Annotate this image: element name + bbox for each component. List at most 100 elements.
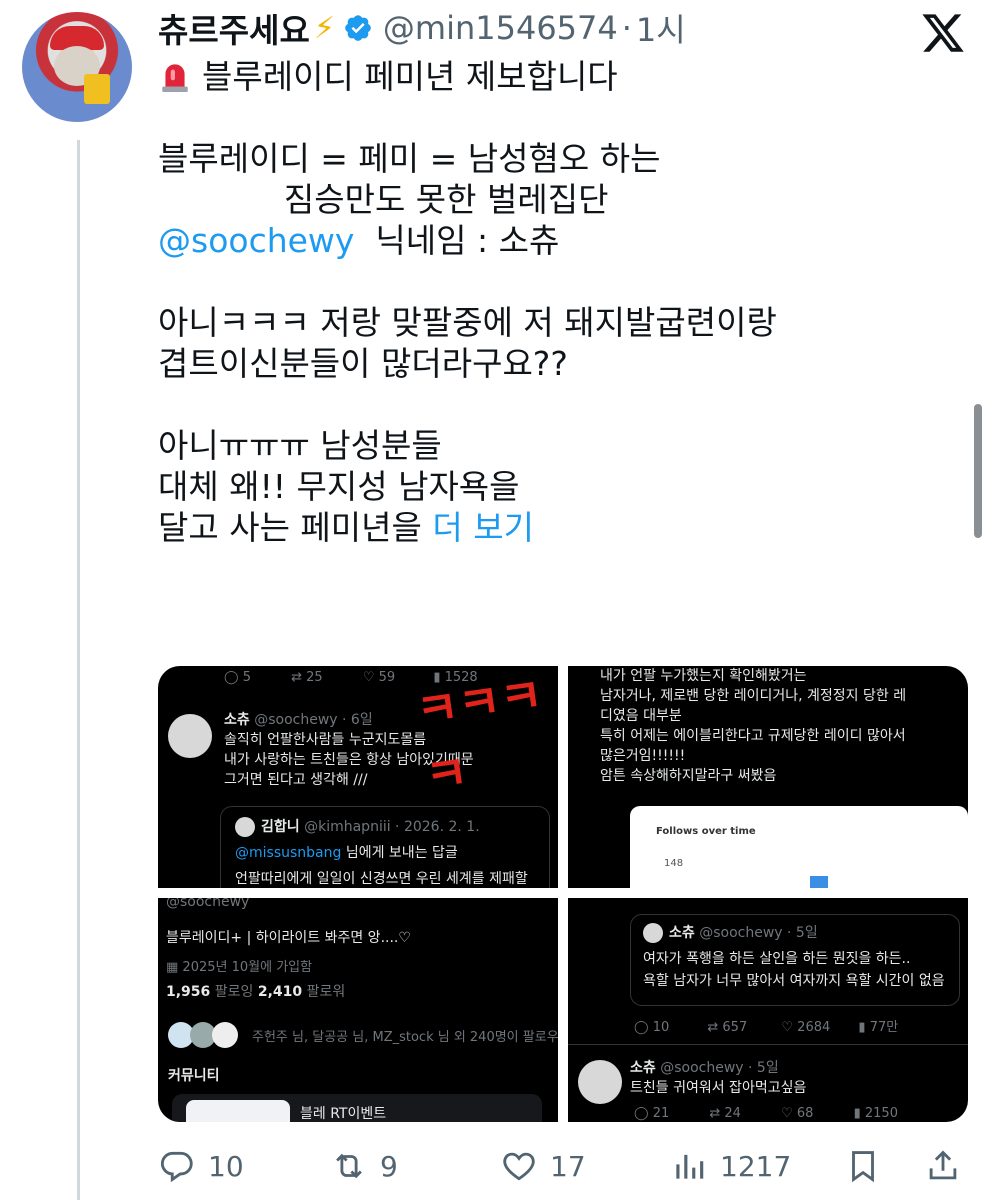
- views-button[interactable]: 1217: [670, 1140, 791, 1192]
- tile1-avatar: [168, 714, 212, 758]
- like-button[interactable]: 17: [500, 1140, 586, 1192]
- tile4-retweets-2: 24: [724, 1106, 741, 1121]
- tile2-chart-title: Follows over time: [656, 826, 756, 837]
- tile1-quote-mention-rest: 님에게 보내는 답글: [341, 845, 458, 861]
- red-scribble: ㅋㅋㅋㅋ: [412, 667, 546, 804]
- tile4-like-icon: ♡: [781, 1020, 798, 1035]
- author-handle[interactable]: @min1546574: [383, 9, 618, 47]
- tile1-like-icon: ♡: [362, 670, 379, 685]
- tile4-quote-name: 소츄: [669, 925, 695, 941]
- tile1-retweets: 25: [306, 670, 323, 685]
- tweet-line-1: 블루레이디 페미년 제보합니다: [158, 56, 958, 97]
- tweet-line-12: 달고 사는 페미년을 더 보기: [158, 507, 958, 548]
- tile1-name: 소츄: [224, 712, 250, 728]
- author-emoji: ⚡: [313, 10, 335, 46]
- tile4-name: 소츄: [630, 1060, 656, 1076]
- tile3-following-count: 1,956: [166, 984, 211, 1000]
- tile1-quote-reply: @missusnbang 님에게 보내는 답글: [235, 843, 458, 863]
- tile4-likes: 2684: [797, 1020, 831, 1035]
- tile3-follower-avatar-3: [212, 1022, 238, 1048]
- share-icon: [929, 1150, 957, 1180]
- retweet-icon: [336, 1153, 362, 1179]
- tile3-community-item: 블레 RT이벤트: [300, 1106, 387, 1122]
- tile1-quote-text: 언팔따리에게 일일이 신경쓰면 우린 세계를 제패할: [235, 871, 528, 887]
- tile3-followed-by: 주헌주 님, 달공공 님, MZ_stock 님 외 240명이 팔로우함: [252, 1030, 558, 1045]
- tile2-text-0: 내가 언팔 누가했는지 확인해봤거는: [600, 668, 807, 684]
- tile4-retweets: 657: [722, 1020, 748, 1035]
- tweet-line-1-text: 블루레이디 페미년 제보합니다: [202, 57, 618, 96]
- calendar-icon: ▦: [166, 960, 183, 975]
- tile3-handle: @soochewy: [166, 898, 250, 910]
- like-count: 17: [550, 1149, 586, 1183]
- tile4-replies: 10: [652, 1020, 670, 1035]
- tile1-quote-avatar: [235, 817, 255, 837]
- tile4-reply-icon: ◯: [634, 1020, 653, 1035]
- show-more-link[interactable]: 더 보기: [432, 508, 534, 547]
- media-grid: ◯ 5 ⇄ 25 ♡ 59 ▮ 1528 소츄 @soochewy · 6일 솔…: [158, 666, 968, 1122]
- tile3-community: 커뮤니티: [168, 1068, 220, 1084]
- tile4-views-2: 2150: [864, 1106, 898, 1121]
- tweet-line-12-text: 달고 사는 페미년을: [158, 508, 433, 547]
- share-button[interactable]: [924, 1140, 962, 1192]
- author-avatar[interactable]: [22, 12, 132, 122]
- tile4-views-icon-2: ▮: [853, 1106, 865, 1121]
- tile3-followers-count: 2,410: [257, 984, 303, 1000]
- tile3-joined: ▦ 2025년 10월에 가입함: [166, 956, 312, 975]
- tile4-author: 소츄 @soochewy · 5일: [630, 1058, 779, 1078]
- thread-line: [77, 140, 80, 1200]
- media-image-4[interactable]: 소츄 @soochewy · 5일 여자가 폭행을 하든 살인을 하든 뭔짓을 …: [568, 898, 968, 1122]
- bookmark-icon: [852, 1151, 874, 1183]
- tile2-chart-value: 148: [664, 858, 684, 869]
- tile4-stats: ◯ 10 ⇄ 657 ♡ 2684 ▮ 77만: [634, 1016, 898, 1035]
- action-bar: 10 9 17 1217: [158, 1140, 968, 1192]
- tile4-quote-text-1: 여자가 폭행을 하든 살인을 하든 뭔짓을 하든..: [643, 951, 911, 967]
- siren-icon: [162, 64, 188, 92]
- tile1-author: 소츄 @soochewy · 6일: [224, 710, 373, 730]
- avatar-fries: [84, 74, 110, 104]
- tile2-text-3: 특히 어제는 에이블리한다고 규제당한 레이디 많아서: [600, 728, 906, 744]
- verified-icon: [345, 15, 371, 41]
- views-icon: [676, 1154, 704, 1179]
- tile4-quote-text-2: 욕할 남자가 너무 많아서 여자까지 욕할 시간이 없음: [643, 973, 945, 989]
- tweet-line-10: 아니ㅠㅠㅠ 남성분들: [158, 426, 442, 465]
- tile3-bio: 블루레이디+ | 하이라이트 봐주면 앙....♡: [166, 930, 411, 946]
- tile4-reply-icon-2: ◯: [634, 1106, 653, 1121]
- tile4-views-icon: ▮: [858, 1020, 870, 1035]
- tile3-followers-label: 팔로워: [306, 984, 346, 1000]
- tweet-time[interactable]: 1시: [636, 5, 686, 51]
- tile1-quote-author: 김합니 @kimhapniii · 2026. 2. 1.: [261, 817, 480, 837]
- tile4-handle: @soochewy · 5일: [660, 1060, 779, 1076]
- tile2-text-1: 남자거나, 제로밴 당한 레이디거나, 계정정지 당한 레: [600, 688, 907, 704]
- header-separator: ·: [621, 9, 632, 47]
- like-icon: [503, 1152, 535, 1181]
- tile1-likes: 59: [378, 670, 396, 685]
- tile2-text-5: 암튼 속상해하지말라구 써봤음: [600, 768, 777, 784]
- tile4-retweet-icon-2: ⇄: [709, 1106, 725, 1121]
- tile4-retweet-icon: ⇄: [707, 1020, 723, 1035]
- tile4-likes-2: 68: [796, 1106, 814, 1121]
- tile1-quote-name: 김합니: [261, 819, 300, 835]
- retweet-count: 9: [380, 1149, 398, 1183]
- tile4-avatar: [578, 1060, 622, 1104]
- author-name[interactable]: 츄르주세요: [158, 4, 310, 52]
- tile2-chart-card: Follows over time 148: [630, 806, 968, 888]
- tweet-line-8: 겹트이신분들이 많더라구요??: [158, 344, 568, 383]
- tile4-stats-2: ◯ 21 ⇄ 24 ♡ 68 ▮ 2150: [634, 1106, 898, 1121]
- scrollbar[interactable]: [974, 404, 982, 538]
- mention-link[interactable]: @soochewy: [158, 221, 354, 260]
- tile4-quote: 소츄 @soochewy · 5일 여자가 폭행을 하든 살인을 하든 뭔짓을 …: [630, 914, 960, 1006]
- media-image-3[interactable]: @soochewy 블루레이디+ | 하이라이트 봐주면 앙....♡ ▦ 20…: [158, 898, 558, 1122]
- media-image-1[interactable]: ◯ 5 ⇄ 25 ♡ 59 ▮ 1528 소츄 @soochewy · 6일 솔…: [158, 666, 558, 888]
- tile1-text-3: 그거면 된다고 생각해 ///: [224, 772, 368, 788]
- x-logo-icon[interactable]: [920, 10, 966, 56]
- bookmark-button[interactable]: [844, 1140, 882, 1192]
- tile1-reply-icon: ◯: [224, 670, 243, 685]
- tile1-quote-mention: @missusnbang: [235, 845, 342, 861]
- retweet-button[interactable]: 9: [330, 1140, 398, 1192]
- media-image-2[interactable]: 내가 언팔 누가했는지 확인해봤거는 남자거나, 제로밴 당한 레이디거나, 계…: [568, 666, 968, 888]
- tile3-community-thumb: [186, 1100, 290, 1122]
- reply-button[interactable]: 10: [158, 1140, 244, 1192]
- tile1-quote-handle: @kimhapniii · 2026. 2. 1.: [304, 819, 480, 835]
- tweet-line-5-text: 닉네임 : 소츄: [354, 221, 560, 260]
- tile3-follow-stats: 1,956 팔로잉 2,410 팔로워: [166, 982, 345, 1002]
